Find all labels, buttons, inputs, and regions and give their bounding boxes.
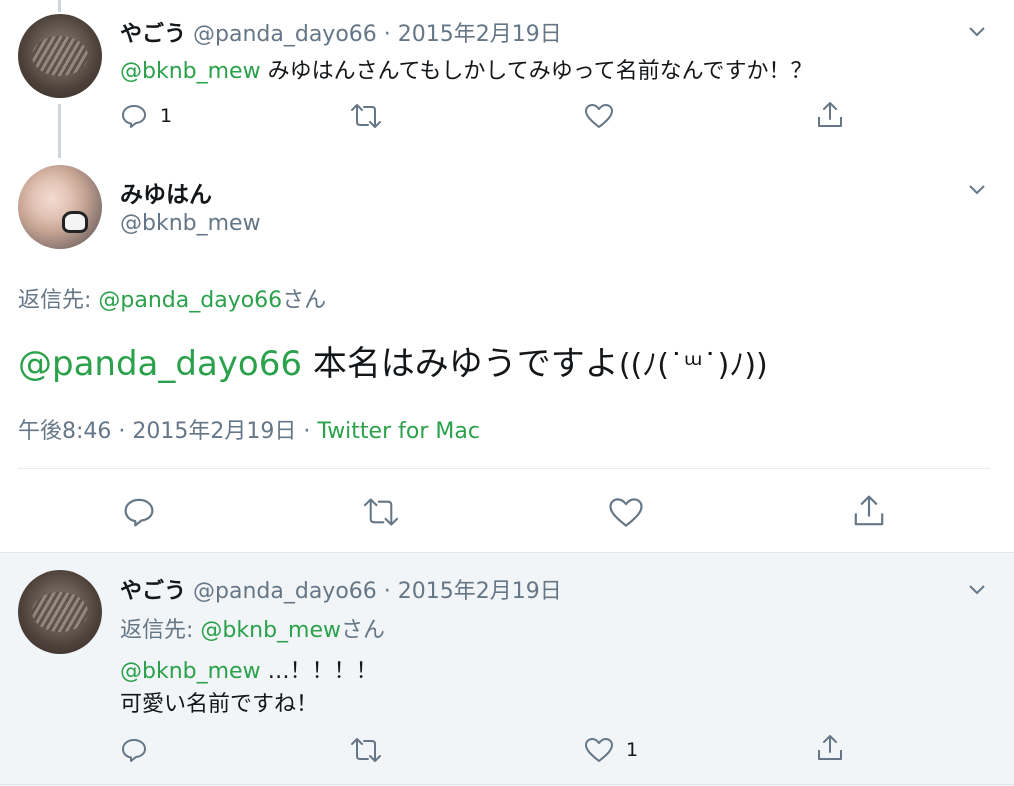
share-button[interactable] <box>816 100 844 130</box>
like-count: 1 <box>626 739 639 761</box>
retweet-icon <box>363 498 399 526</box>
reply-icon <box>122 739 146 762</box>
reply-to-link[interactable]: @bknb_mew <box>200 618 341 643</box>
retweet-icon <box>351 738 381 762</box>
emoticon: ((ﾉ(˙ᵚ˙)ﾉ)) <box>618 348 768 383</box>
mention-link[interactable]: @bknb_mew <box>120 659 261 684</box>
tweet-text: @panda_dayo66 本名はみゆうですよ((ﾉ(˙ᵚ˙)ﾉ)) <box>18 336 768 385</box>
reply-icon <box>124 498 154 527</box>
retweet-icon <box>351 104 381 128</box>
tweet-time[interactable]: 午後8:46 <box>18 419 111 444</box>
tweet-text: @bknb_mew みゆはんさんてもしかしてみゆって名前なんですか！？ <box>120 53 813 85</box>
avatar[interactable] <box>18 165 102 249</box>
mention-link[interactable]: @panda_dayo66 <box>18 344 302 384</box>
reply-to-suffix: さん <box>282 288 327 313</box>
display-name[interactable]: みゆはん <box>120 175 212 209</box>
reply-button[interactable] <box>122 495 156 529</box>
tweet-header: やごう @panda_dayo66 · 2015年2月19日 <box>120 16 562 48</box>
like-button[interactable] <box>584 103 614 129</box>
divider <box>0 552 1014 553</box>
reply-to-label: 返信先: <box>18 288 92 313</box>
reply-icon <box>122 105 146 128</box>
divider <box>18 468 990 469</box>
retweet-button[interactable] <box>362 496 400 528</box>
retweet-button[interactable] <box>350 102 382 130</box>
tweet-meta: 午後8:46 · 2015年2月19日 · Twitter for Mac <box>18 413 480 445</box>
reply-count: 1 <box>160 105 173 127</box>
reply-button[interactable] <box>120 736 148 764</box>
tweet-date[interactable]: 2015年2月19日 <box>398 579 562 604</box>
reply-context: 返信先: @bknb_mewさん <box>120 612 385 644</box>
like-icon <box>585 104 613 128</box>
tweet-date[interactable]: 2015年2月19日 <box>398 22 562 47</box>
display-name[interactable]: やごう <box>120 22 186 47</box>
like-icon <box>609 498 643 527</box>
handle[interactable]: @bknb_mew <box>120 211 261 236</box>
avatar[interactable] <box>18 14 102 98</box>
retweet-button[interactable] <box>350 736 382 764</box>
tweet-date[interactable]: 2015年2月19日 <box>132 419 296 444</box>
share-button[interactable] <box>852 493 886 529</box>
display-name[interactable]: やごう <box>120 579 186 604</box>
share-icon <box>818 735 842 760</box>
like-icon <box>585 738 613 762</box>
reply-button[interactable]: 1 <box>120 102 172 130</box>
thread-connector <box>58 0 61 12</box>
chevron-down-icon[interactable] <box>966 178 988 200</box>
reply-to-suffix: さん <box>341 618 386 643</box>
share-button[interactable] <box>816 733 844 763</box>
separator: · <box>303 419 311 444</box>
avatar[interactable] <box>18 570 102 654</box>
mention-link[interactable]: @bknb_mew <box>120 59 261 84</box>
divider <box>0 784 1014 785</box>
handle[interactable]: @panda_dayo66 <box>193 579 377 604</box>
tweet-source[interactable]: Twitter for Mac <box>317 419 480 444</box>
separator: · <box>383 22 391 47</box>
tweet-body-line-2: 可愛い名前ですね！ <box>120 692 319 717</box>
like-button[interactable] <box>608 497 644 528</box>
tweet-body-line-1: …！！！！ <box>267 659 378 684</box>
chevron-down-icon[interactable] <box>966 20 988 42</box>
separator: · <box>118 419 126 444</box>
reply-to-label: 返信先: <box>120 618 194 643</box>
share-icon <box>854 495 884 526</box>
tweet-body: 本名はみゆうですよ <box>312 344 619 384</box>
tweet-header: やごう @panda_dayo66 · 2015年2月19日 <box>120 573 562 605</box>
like-button[interactable]: 1 <box>584 737 638 763</box>
reply-to-link[interactable]: @panda_dayo66 <box>98 288 282 313</box>
chevron-down-icon[interactable] <box>966 578 988 600</box>
tweet-body: みゆはんさんてもしかしてみゆって名前なんですか！？ <box>267 59 813 84</box>
separator: · <box>383 579 391 604</box>
thread-connector <box>58 104 61 158</box>
share-icon <box>818 102 842 127</box>
handle[interactable]: @panda_dayo66 <box>193 22 377 47</box>
tweet-text: @bknb_mew …！！！！ <box>120 653 378 685</box>
reply-context: 返信先: @panda_dayo66さん <box>18 282 326 314</box>
